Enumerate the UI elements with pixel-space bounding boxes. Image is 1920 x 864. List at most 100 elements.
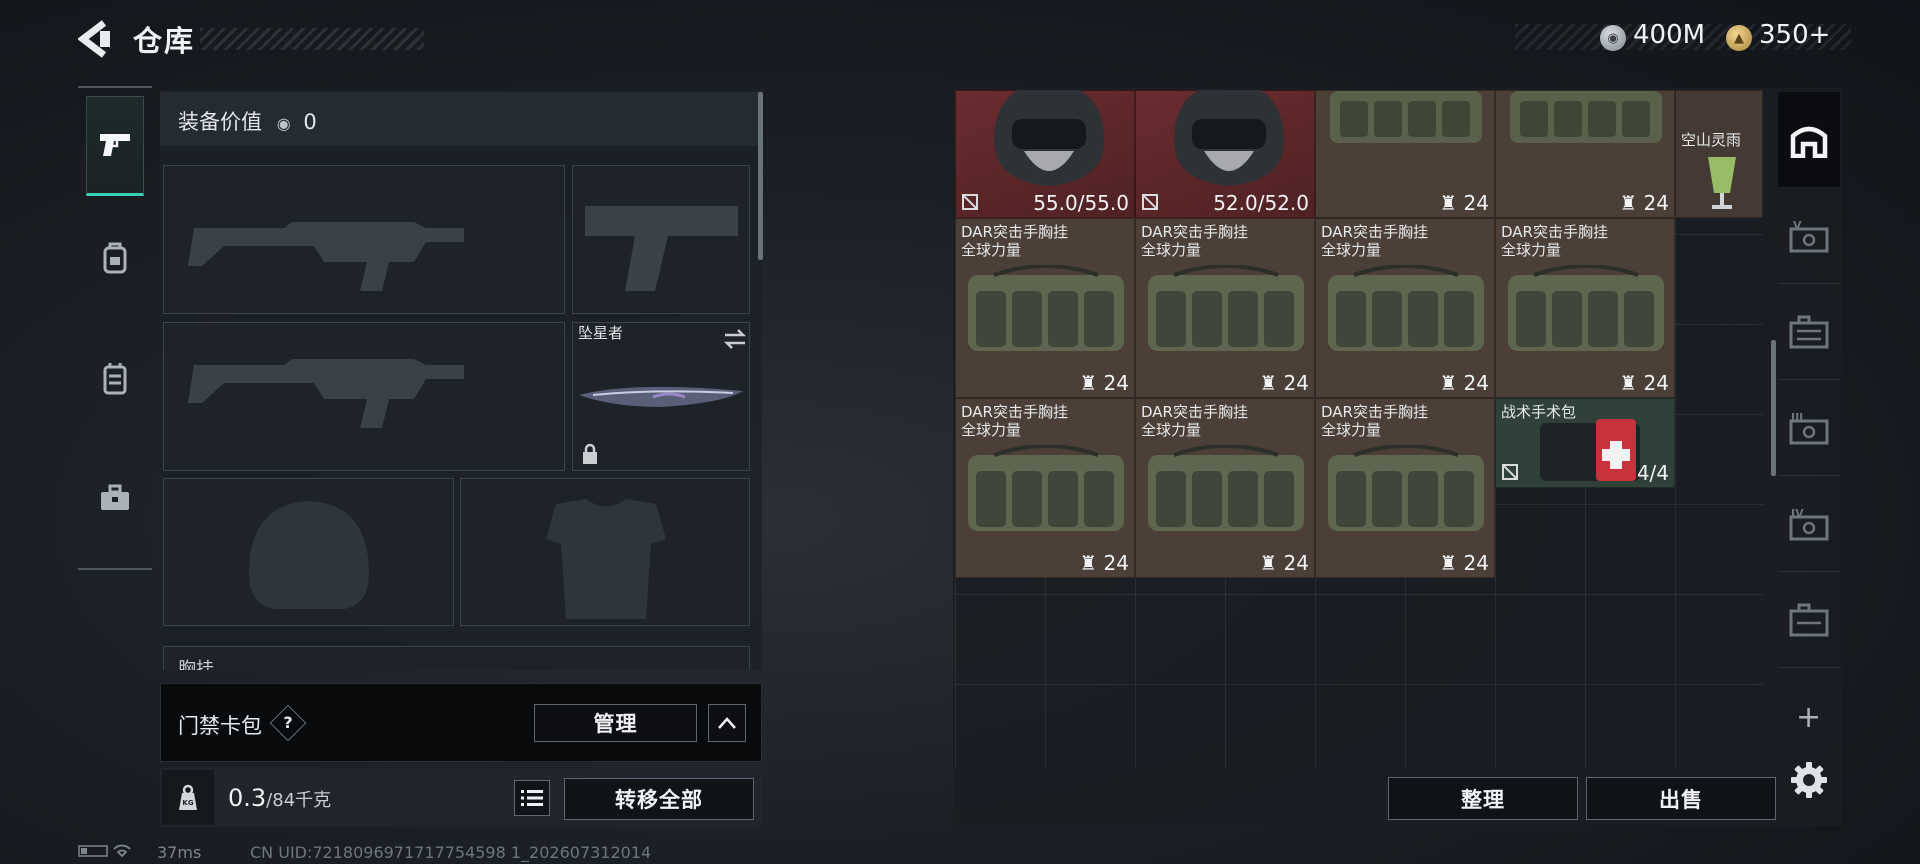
rifle-silhouette-icon [188, 222, 464, 291]
chest-rig-icon [103, 363, 127, 395]
tab-storage-v[interactable]: V [1778, 188, 1840, 284]
durability-icon [1502, 464, 1518, 480]
medkit-item[interactable]: 战术手术包 4/4 [1495, 398, 1675, 488]
back-arrow-icon[interactable] [78, 20, 114, 58]
sort-button[interactable]: 整理 [1388, 777, 1578, 820]
swap-icon[interactable] [723, 329, 747, 349]
chest-rig-slot[interactable]: 胸挂 [163, 646, 750, 670]
item-name: DAR突击手胸挂 全球力量 [1321, 403, 1428, 439]
tab-storage-box[interactable] [1778, 284, 1840, 380]
durability-icon [962, 194, 978, 210]
svg-text:III: III [1791, 411, 1803, 424]
sell-button[interactable]: 出售 [1586, 777, 1776, 820]
item-count: ♜ 24 [1079, 371, 1129, 395]
primary-weapon-slot[interactable] [163, 165, 565, 314]
stash-grid[interactable]: 55.0/55.0 52.0/52.0 ♜ 24 ♜ 24 空山灵雨 DAR突击… [955, 90, 1763, 768]
item-durability: 52.0/52.0 [1213, 191, 1309, 215]
armor-silhouette-icon [546, 499, 666, 619]
tab-storage-iii[interactable]: III [1778, 380, 1840, 476]
item-count: ♜ 24 [1619, 371, 1669, 395]
item-name: 空山灵雨 [1681, 131, 1742, 149]
tab-weapons[interactable] [86, 96, 144, 196]
home-icon [1790, 126, 1828, 158]
title-decoration [200, 28, 424, 50]
item-count: ♜ 24 [1439, 191, 1489, 215]
melee-item-name: 坠星者 [578, 324, 624, 342]
equipment-value-row: 装备价值 ◉ 0 [160, 92, 758, 146]
gear-icon[interactable] [1789, 760, 1829, 800]
chest-rig-item[interactable]: DAR突击手胸挂 全球力量 ♜ 24 [955, 398, 1135, 578]
helmet-icon [994, 90, 1104, 186]
item-name: DAR突击手胸挂 全球力量 [961, 223, 1068, 259]
item-name: DAR突击手胸挂 全球力量 [1501, 223, 1608, 259]
transfer-all-button[interactable]: 转移全部 [564, 778, 754, 820]
chest-rig-item[interactable]: DAR突击手胸挂 全球力量 ♜ 24 [1135, 398, 1315, 578]
gold-coin-icon: ▲ [1726, 25, 1752, 51]
chest-rig-item[interactable]: DAR突击手胸挂 全球力量 ♜ 24 [1315, 398, 1495, 578]
chest-rig-item[interactable]: DAR突击手胸挂 全球力量 ♜ 24 [1135, 218, 1315, 398]
add-storage-button[interactable]: + [1796, 700, 1821, 735]
equipment-scrollbar[interactable] [758, 92, 763, 260]
tier-4-storage-icon: IV [1789, 507, 1829, 540]
svg-text:V: V [1793, 219, 1802, 232]
chest-rig-icon [1148, 265, 1304, 351]
currency-gold-amount[interactable]: 350+ [1759, 20, 1830, 50]
helmet-slot[interactable] [163, 478, 454, 626]
chest-rig-item[interactable]: ♜ 24 [1315, 90, 1495, 218]
item-name: DAR突击手胸挂 全球力量 [1141, 223, 1248, 259]
medkit-icon [1540, 419, 1640, 481]
item-name: DAR突击手胸挂 全球力量 [1321, 223, 1428, 259]
tab-storage-iv[interactable]: IV [1778, 476, 1840, 572]
storage-box-icon [1789, 315, 1829, 348]
item-durability: 55.0/55.0 [1033, 191, 1129, 215]
tab-chest-rig[interactable] [86, 328, 144, 428]
item-count: ♜ 24 [1619, 191, 1669, 215]
tab-toolbox[interactable] [86, 448, 144, 548]
weight-icon-box: KG [162, 770, 214, 825]
network-ping: 37ms [157, 843, 202, 862]
drink-glass-icon [1708, 157, 1736, 209]
chest-rig-item[interactable]: ♜ 24 [1495, 90, 1675, 218]
battery-wifi-icon [78, 844, 131, 858]
list-view-button[interactable] [514, 780, 550, 816]
storage-tabs: V III IV [1778, 92, 1840, 752]
loadout-category-tabs [78, 86, 152, 570]
helmet-silhouette-icon [249, 501, 369, 609]
keycard-case-label: 门禁卡包 [178, 714, 262, 738]
secondary-weapon-slot[interactable] [163, 322, 565, 471]
chest-rig-icon [1328, 265, 1484, 351]
equipment-value: 0 [303, 110, 317, 134]
chest-rig-slot-label: 胸挂 [178, 659, 214, 670]
tab-backpack[interactable] [86, 208, 144, 308]
melee-slot[interactable] [572, 322, 750, 471]
chest-rig-item[interactable]: DAR突击手胸挂 全球力量 ♜ 24 [1315, 218, 1495, 398]
tier-5-storage-icon: V [1789, 219, 1829, 252]
rifle-silhouette-icon [188, 359, 464, 428]
toolbox-icon [101, 484, 129, 510]
chest-rig-icon [1328, 445, 1484, 531]
armor-slot[interactable] [460, 478, 750, 626]
chest-rig-item[interactable]: DAR突击手胸挂 全球力量 ♜ 24 [1495, 218, 1675, 398]
tab-main-storage[interactable] [1778, 92, 1840, 188]
item-count: ♜ 24 [1259, 371, 1309, 395]
chest-rig-icon [968, 265, 1124, 351]
drink-item[interactable]: 空山灵雨 [1675, 90, 1763, 218]
item-count: ♜ 24 [1079, 551, 1129, 575]
manage-button[interactable]: 管理 [534, 704, 697, 742]
helmet-item[interactable]: 52.0/52.0 [1135, 90, 1315, 218]
helmet-item[interactable]: 55.0/55.0 [955, 90, 1135, 218]
chest-rig-item[interactable]: DAR突击手胸挂 全球力量 ♜ 24 [955, 218, 1135, 398]
storage-crate-icon [1789, 603, 1829, 636]
collapse-button[interactable] [708, 704, 746, 742]
pistol-icon [100, 134, 130, 156]
stash-scrollbar[interactable] [1771, 340, 1776, 476]
item-uses: 4/4 [1636, 461, 1669, 485]
svg-text:KG: KG [182, 799, 193, 807]
lock-icon [583, 443, 597, 464]
equipment-value-label: 装备价值 [178, 110, 262, 134]
pistol-slot[interactable] [572, 165, 750, 314]
item-count: ♜ 24 [1439, 551, 1489, 575]
user-uid: CN UID:7218096971717754598 1_20260731201… [250, 843, 652, 862]
tab-storage-crate[interactable] [1778, 572, 1840, 668]
chest-rig-icon [1330, 91, 1482, 143]
